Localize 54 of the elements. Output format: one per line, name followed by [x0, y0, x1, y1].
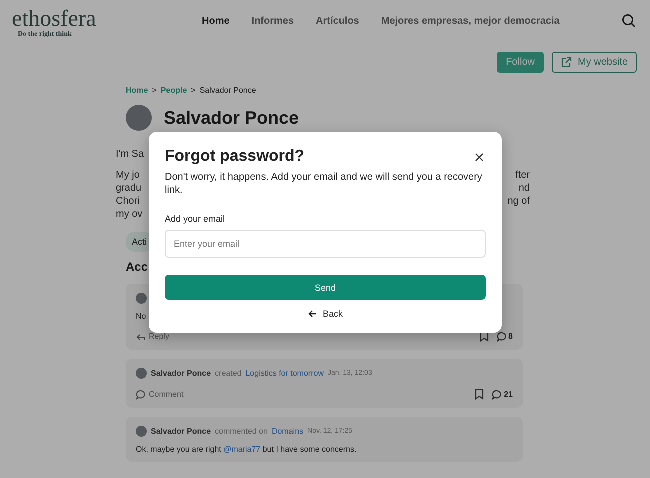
breadcrumb-separator: >	[191, 86, 196, 95]
send-button[interactable]: Send	[165, 275, 486, 300]
search-icon[interactable]	[622, 14, 636, 28]
comment-count[interactable]: 8	[496, 332, 513, 342]
breadcrumb-link[interactable]: People	[160, 86, 188, 95]
arrow-left-icon	[308, 310, 317, 318]
dialog-description: Don't worry, it happens. Add your email and we will send you a recovery link.	[165, 171, 484, 197]
activity-link[interactable]: Domains	[272, 426, 304, 436]
email-input-field[interactable]: Enter your email	[165, 230, 486, 258]
comment-text: Ok, maybe you are right @maria77 but I have some concerns.	[136, 445, 357, 454]
bio-text: fter	[516, 170, 530, 181]
author-name[interactable]: Salvador Ponce	[151, 426, 212, 436]
activity-verb: commented on	[215, 426, 268, 436]
author-name[interactable]: Salvador Ponce	[151, 368, 212, 378]
breadcrumb-current: Salvador Ponce	[200, 86, 256, 95]
comment-icon	[496, 332, 507, 342]
comment-icon	[492, 390, 502, 400]
avatar	[126, 105, 152, 131]
bio-text: my ov	[116, 209, 143, 220]
back-button[interactable]: Back	[308, 309, 343, 319]
comment-text: No	[136, 312, 146, 321]
field-label: Add your email	[165, 214, 226, 224]
bio-text: ng of	[508, 196, 530, 207]
section-heading: Acc	[126, 260, 150, 274]
bio-text: My jo	[116, 170, 140, 181]
bio-text: nd	[518, 183, 530, 194]
close-icon[interactable]	[475, 152, 484, 162]
nav-link[interactable]: Mejores empresas, mejor democracia	[381, 16, 560, 26]
breadcrumb-separator: >	[152, 86, 157, 95]
avatar	[136, 368, 147, 378]
nav-link[interactable]: Informes	[252, 16, 294, 26]
breadcrumb-link[interactable]: Home	[126, 86, 148, 95]
bio-text: gradu	[116, 183, 142, 194]
bio-text: I'm Sa	[116, 149, 144, 160]
avatar	[136, 426, 147, 436]
activity-verb: created	[215, 368, 242, 378]
bio-text: Chori	[116, 196, 140, 207]
activity-link[interactable]: Logistics for tomorrow	[246, 368, 324, 378]
nav-link[interactable]: Artículos	[316, 16, 360, 26]
card-action-link[interactable]: Comment	[136, 390, 184, 400]
comment-icon	[136, 390, 146, 400]
avatar	[136, 292, 147, 304]
reply-icon	[136, 332, 146, 341]
follow-button[interactable]: Follow	[497, 52, 544, 73]
site-logo[interactable]: ethosfera	[12, 8, 162, 30]
bookmark-icon[interactable]	[480, 331, 489, 342]
dialog-title: Forgot password?	[165, 148, 305, 166]
mention-link[interactable]: @maria77	[224, 445, 261, 454]
website-button[interactable]: My website	[552, 52, 637, 73]
external-link-icon	[560, 57, 572, 68]
comment-count[interactable]: 21	[492, 390, 513, 400]
profile-name: Salvador Ponce	[164, 108, 300, 128]
nav-link[interactable]: Home	[202, 16, 230, 26]
card-action-link[interactable]: Reply	[136, 332, 170, 341]
